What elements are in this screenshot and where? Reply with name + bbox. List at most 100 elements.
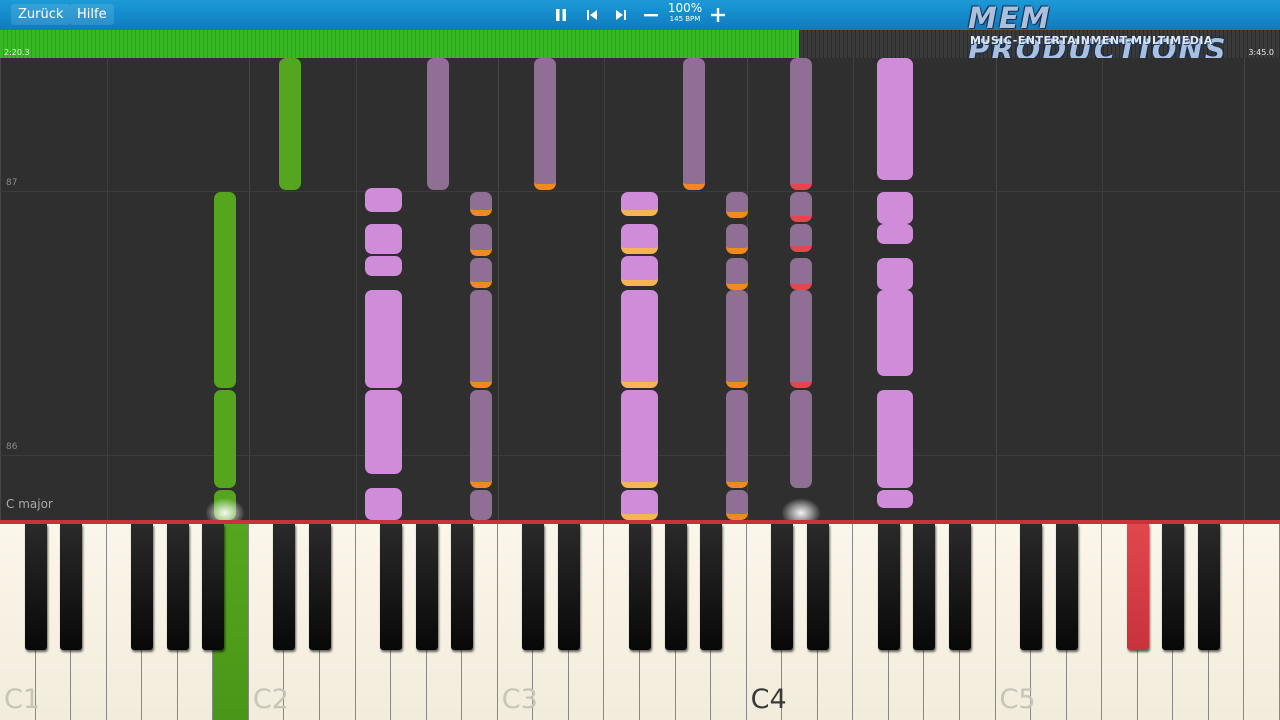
black-key[interactable] xyxy=(1197,524,1220,650)
black-key[interactable] xyxy=(700,524,723,650)
falling-note xyxy=(790,258,812,290)
speed-percent: 100% xyxy=(667,1,703,15)
falling-note xyxy=(790,58,812,190)
black-key[interactable] xyxy=(629,524,651,650)
falling-note xyxy=(877,58,913,180)
falling-note xyxy=(790,290,812,388)
falling-note xyxy=(365,488,402,520)
falling-note xyxy=(427,58,449,190)
falling-note xyxy=(365,224,402,254)
octave-grid-line xyxy=(996,58,997,520)
black-key[interactable] xyxy=(1055,524,1078,650)
black-key[interactable] xyxy=(60,524,83,650)
falling-note xyxy=(726,224,748,254)
help-button[interactable]: Hilfe xyxy=(70,4,114,25)
back-button[interactable]: Zurück xyxy=(11,4,71,25)
piano-keyboard: C1 C2 C3 C4 C5 xyxy=(0,524,1280,720)
black-key[interactable] xyxy=(309,524,331,650)
falling-note xyxy=(470,192,492,216)
progress-fill xyxy=(0,30,799,58)
falling-note xyxy=(470,224,492,256)
falling-note xyxy=(621,192,658,216)
black-key[interactable] xyxy=(664,524,687,650)
black-key[interactable] xyxy=(949,524,971,650)
falling-note xyxy=(790,224,812,252)
falling-note xyxy=(726,390,748,488)
black-key[interactable] xyxy=(913,524,936,650)
falling-note xyxy=(726,490,748,520)
pause-button[interactable] xyxy=(550,3,572,27)
black-key[interactable] xyxy=(415,524,438,650)
falling-note xyxy=(621,256,658,286)
octave-grid-line xyxy=(249,58,250,520)
falling-note xyxy=(470,290,492,388)
black-key[interactable] xyxy=(166,524,189,650)
elapsed-time: 2:20.3 xyxy=(4,48,30,57)
falling-note xyxy=(279,58,301,190)
octave-grid-line xyxy=(1102,58,1103,520)
octave-grid-line xyxy=(107,58,108,520)
octave-label: C1 xyxy=(4,684,41,715)
octave-label: C3 xyxy=(501,684,538,715)
falling-note xyxy=(877,192,913,224)
black-key[interactable] xyxy=(451,524,474,650)
falling-note xyxy=(790,192,812,222)
falling-note xyxy=(726,290,748,388)
plus-icon xyxy=(711,8,725,22)
octave-label: C4 xyxy=(750,684,787,715)
black-key[interactable] xyxy=(202,524,225,650)
falling-note xyxy=(470,390,492,488)
octave-label: C5 xyxy=(999,684,1036,715)
black-key[interactable] xyxy=(380,524,403,650)
black-key[interactable] xyxy=(771,524,794,650)
falling-note xyxy=(621,290,658,388)
octave-grid-line xyxy=(604,58,605,520)
falling-note xyxy=(877,290,913,376)
black-key[interactable] xyxy=(131,524,154,650)
falling-note xyxy=(470,490,492,520)
black-key[interactable] xyxy=(806,524,829,650)
skip-forward-button[interactable] xyxy=(610,3,632,27)
octave-grid-line xyxy=(0,58,1,520)
falling-note xyxy=(790,390,812,488)
falling-note xyxy=(877,224,913,244)
key-signature: C major xyxy=(6,497,53,511)
falling-note xyxy=(534,58,556,190)
measure-number: 87 xyxy=(6,178,18,188)
falling-note xyxy=(214,192,236,388)
black-key[interactable] xyxy=(877,524,900,650)
black-key[interactable] xyxy=(522,524,545,650)
note-hit-glow xyxy=(781,498,821,520)
note-hit-glow xyxy=(205,498,245,520)
falling-note xyxy=(877,390,913,488)
black-key[interactable] xyxy=(1162,524,1185,650)
falling-note xyxy=(621,490,658,520)
speed-readout: 100% 145 BPM xyxy=(665,2,705,24)
minus-icon xyxy=(644,14,658,17)
falling-note xyxy=(726,258,748,290)
white-key[interactable] xyxy=(1244,524,1280,720)
octave-grid-line xyxy=(498,58,499,520)
skip-forward-icon xyxy=(616,10,626,20)
measure-number: 86 xyxy=(6,442,18,452)
black-key[interactable] xyxy=(273,524,296,650)
speed-up-button[interactable] xyxy=(707,3,729,27)
falling-note xyxy=(683,58,705,190)
octave-label: C2 xyxy=(252,684,289,715)
black-key[interactable] xyxy=(1126,524,1149,650)
watermark-logo: MEM PRODUCTIONS MUSIC-ENTERTAINMENT-MULT… xyxy=(968,2,1278,66)
falling-note xyxy=(365,290,402,388)
logo-subtitle: MUSIC-ENTERTAINMENT-MULTIMEDIA xyxy=(970,34,1213,47)
octave-grid-line xyxy=(853,58,854,520)
falling-note xyxy=(621,390,658,488)
falling-note xyxy=(214,390,236,488)
speed-down-button[interactable] xyxy=(640,3,662,27)
black-key[interactable] xyxy=(1020,524,1043,650)
falling-note xyxy=(877,258,913,290)
falling-note xyxy=(621,224,658,254)
falling-note xyxy=(365,390,402,474)
black-key[interactable] xyxy=(24,524,47,650)
falling-note xyxy=(470,258,492,288)
skip-back-button[interactable] xyxy=(581,3,603,27)
black-key[interactable] xyxy=(557,524,580,650)
